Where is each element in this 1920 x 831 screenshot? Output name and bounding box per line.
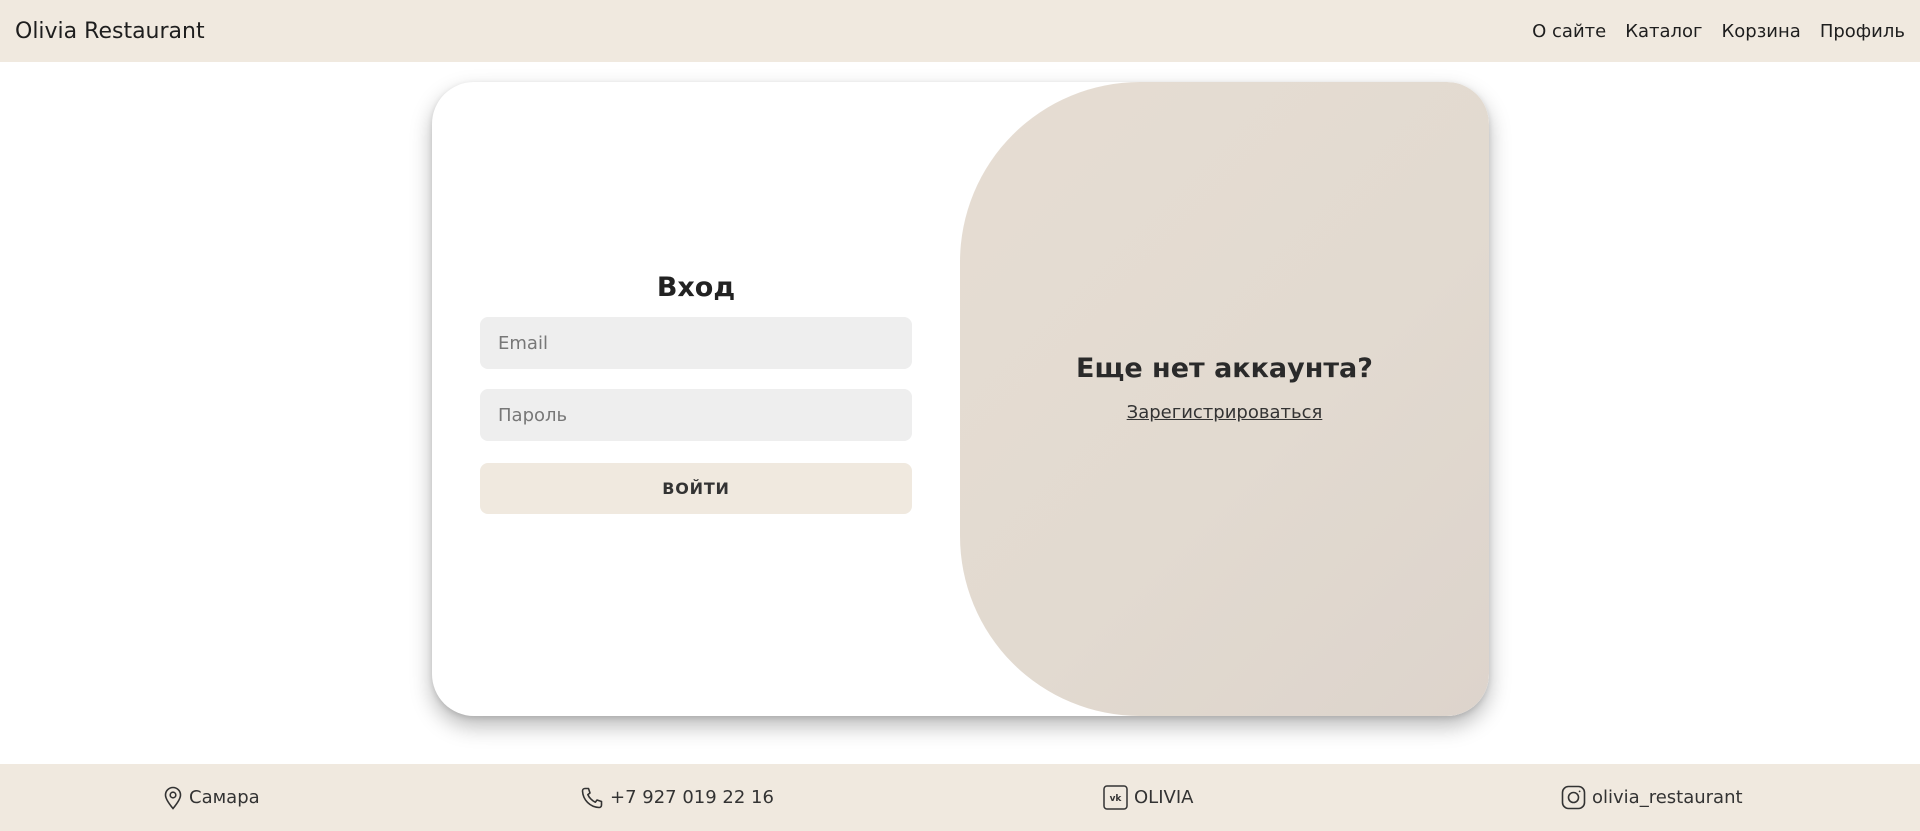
register-link[interactable]: Зарегистрироваться xyxy=(1127,402,1323,423)
register-panel: Еще нет аккаунта? Зарегистрироваться xyxy=(960,82,1489,716)
site-footer: Самара +7 927 019 22 16 vk OLIVIA olivia… xyxy=(0,764,1920,831)
footer-vk-label: OLIVIA xyxy=(1134,787,1194,808)
instagram-icon xyxy=(1561,785,1586,810)
footer-city: Самара xyxy=(189,787,260,808)
vk-icon: vk xyxy=(1103,785,1128,810)
footer-location: Самара xyxy=(163,764,260,831)
svg-text:vk: vk xyxy=(1110,794,1123,804)
site-header: Olivia Restaurant О сайте Каталог Корзин… xyxy=(0,0,1920,62)
password-field[interactable] xyxy=(480,389,912,441)
email-field[interactable] xyxy=(480,317,912,369)
main-nav: О сайте Каталог Корзина Профиль xyxy=(1532,21,1905,42)
footer-instagram-handle: olivia_restaurant xyxy=(1592,787,1743,808)
login-form: Вход ВОЙТИ xyxy=(480,272,912,514)
footer-phone[interactable]: +7 927 019 22 16 xyxy=(580,764,774,831)
register-title: Еще нет аккаунта? xyxy=(1076,353,1373,384)
footer-vk[interactable]: vk OLIVIA xyxy=(1103,764,1193,831)
footer-instagram[interactable]: olivia_restaurant xyxy=(1561,764,1743,831)
nav-catalog[interactable]: Каталог xyxy=(1625,21,1702,42)
login-title: Вход xyxy=(656,272,736,303)
phone-icon xyxy=(580,786,604,810)
nav-profile[interactable]: Профиль xyxy=(1820,21,1905,42)
nav-about[interactable]: О сайте xyxy=(1532,21,1606,42)
footer-phone-number: +7 927 019 22 16 xyxy=(610,787,774,808)
brand-logo[interactable]: Olivia Restaurant xyxy=(15,19,205,44)
location-pin-icon xyxy=(163,786,183,810)
nav-cart[interactable]: Корзина xyxy=(1722,21,1801,42)
login-button[interactable]: ВОЙТИ xyxy=(480,463,912,514)
auth-card: Вход ВОЙТИ Еще нет аккаунта? Зарегистрир… xyxy=(432,82,1489,716)
